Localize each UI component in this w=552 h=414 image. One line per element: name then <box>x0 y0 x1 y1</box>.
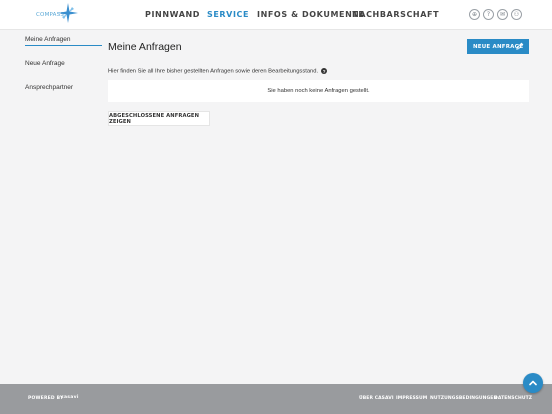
sidebar-item-meine-anfragen[interactable]: Meine Anfragen <box>25 36 71 43</box>
empty-requests-box: Sie haben noch keine Anfragen gestellt. <box>108 80 529 102</box>
description-text: Hier finden Sie all Ihre bisher gestellt… <box>108 68 319 75</box>
pencil-icon <box>516 42 524 50</box>
page-description: Hier finden Sie all Ihre bisher gestellt… <box>108 68 328 75</box>
sidebar-active-indicator <box>25 45 102 46</box>
help-circle-icon[interactable]: ? <box>321 68 328 74</box>
footer-link-ueber-casavi[interactable]: ÜBER CASAVI <box>359 396 394 401</box>
compass-logo[interactable]: COMPASS <box>36 3 80 25</box>
page-title: Meine Anfragen <box>108 41 182 53</box>
new-request-button[interactable]: NEUE ANFRAGE <box>467 39 529 54</box>
nav-pinnwand[interactable]: PINNWAND <box>145 10 200 19</box>
nav-nachbarschaft[interactable]: NACHBARSCHAFT <box>352 10 439 19</box>
help-icon[interactable]: ? <box>483 9 494 20</box>
empty-message: Sie haben noch keine Anfragen gestellt. <box>267 88 370 94</box>
scroll-to-top-button[interactable] <box>523 373 543 393</box>
nav-infos-dokumente[interactable]: INFOS & DOKUMENTE <box>257 10 365 19</box>
footer: POWERED BY casavi ÜBER CASAVI IMPRESSUM … <box>0 384 552 414</box>
show-closed-requests-button[interactable]: ABGESCHLOSSENE ANFRAGEN ZEIGEN <box>108 111 210 126</box>
sidebar-item-ansprechpartner[interactable]: Ansprechpartner <box>25 84 73 91</box>
chevron-up-icon <box>529 380 537 386</box>
top-bar: COMPASS PINNWAND SERVICE INFOS & DOKUMEN… <box>0 0 552 30</box>
footer-link-datenschutz[interactable]: DATENSCHUTZ <box>494 396 532 401</box>
user-icon[interactable]: ⚇ <box>511 9 522 20</box>
sidebar-item-neue-anfrage[interactable]: Neue Anfrage <box>25 60 65 67</box>
logo-star-icon <box>58 3 78 23</box>
nav-service[interactable]: SERVICE <box>207 10 249 19</box>
globe-icon[interactable]: ⊕ <box>469 9 480 20</box>
casavi-logo[interactable]: casavi <box>61 395 79 400</box>
mail-icon[interactable]: ✉ <box>497 9 508 20</box>
powered-by-label: POWERED BY <box>28 396 64 401</box>
footer-link-impressum[interactable]: IMPRESSUM <box>396 396 427 401</box>
footer-link-nutzungsbedingungen[interactable]: NUTZUNGSBEDINGUNGEN <box>430 396 497 401</box>
